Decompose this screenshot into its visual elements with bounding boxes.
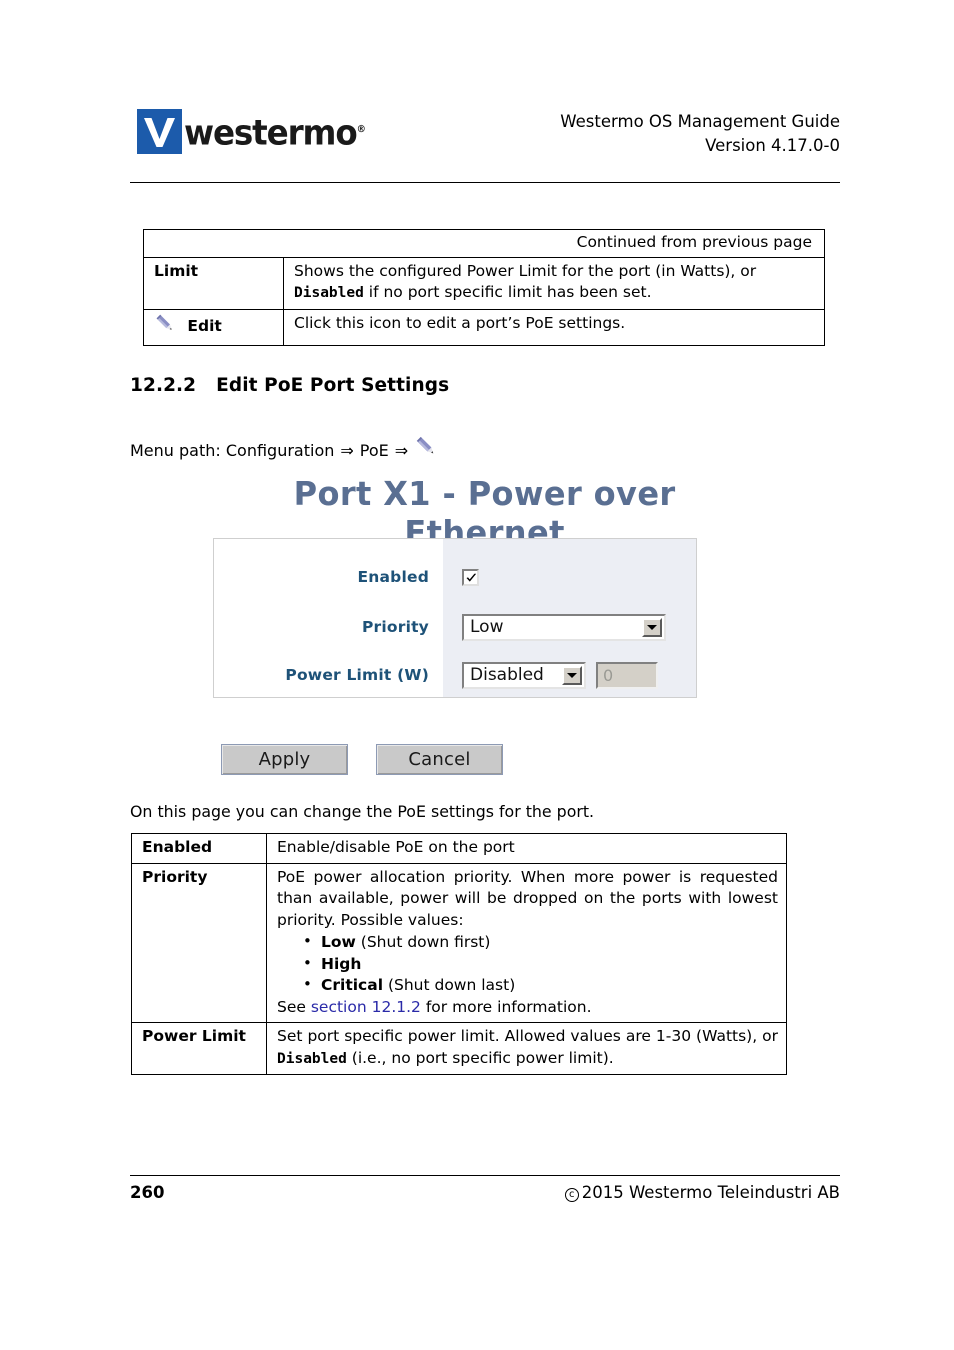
westermo-logo: westermo® — [137, 107, 380, 157]
see-suffix: for more information. — [420, 997, 592, 1016]
page-header: westermo® Westermo OS Management Guide V… — [130, 100, 840, 170]
table-row: Power Limit Set port specific power limi… — [131, 1022, 787, 1075]
row-value-limit: Shows the configured Power Limit for the… — [283, 256, 825, 310]
header-title-block: Westermo OS Management Guide Version 4.1… — [560, 110, 840, 158]
cancel-button[interactable]: Cancel — [376, 744, 503, 775]
bullet-bold-critical: Critical — [321, 976, 384, 994]
bullet-bold-low: Low — [321, 933, 356, 951]
row-key-enabled: Enabled — [131, 833, 267, 864]
list-item: Low (Shut down first) — [303, 931, 778, 954]
row-key-edit-label: Edit — [187, 317, 222, 336]
form-row-power-limit: Power Limit (W) Disabled 0 — [214, 649, 696, 701]
power-limit-select-value: Disabled — [470, 665, 544, 685]
bullet-bold-high: High — [321, 954, 362, 973]
menu-path-arrow-icon: ⇒ — [340, 440, 354, 460]
power-limit-select[interactable]: Disabled — [462, 661, 586, 689]
form-button-row: Apply Cancel — [221, 744, 503, 775]
table-row: Limit Shows the configured Power Limit f… — [143, 256, 825, 310]
bullet-rest-critical: (Shut down last) — [383, 976, 516, 994]
row-key-power-limit: Power Limit — [131, 1022, 267, 1075]
power-limit-text-1: Set port specific power limit. Allowed v… — [277, 1027, 778, 1045]
see-also-line: See section 12.1.2 for more information. — [277, 997, 778, 1019]
header-divider — [130, 182, 840, 183]
section-title: Edit PoE Port Settings — [216, 375, 450, 396]
row-key-priority: Priority — [131, 862, 267, 1023]
form-row-priority: Priority Low — [214, 601, 696, 653]
chevron-down-icon[interactable] — [562, 665, 582, 685]
see-prefix: See — [277, 997, 311, 1016]
menu-path-arrow-icon: ⇒ — [394, 440, 409, 460]
table-row: Enabled Enable/disable PoE on the port — [131, 833, 787, 864]
page-number: 260 — [130, 1183, 165, 1202]
copyright-icon: c — [564, 1188, 579, 1202]
document-page: westermo® Westermo OS Management Guide V… — [0, 0, 954, 1350]
menu-path-item-poe: PoE — [359, 440, 389, 460]
row-key-limit: Limit — [143, 256, 284, 310]
priority-values-list: Low (Shut down first) High Critical (Shu… — [277, 931, 778, 997]
priority-select[interactable]: Low — [462, 613, 666, 641]
section-number: 12.2.2 — [130, 375, 197, 396]
form-row-enabled: Enabled — [214, 551, 696, 603]
table-row: Continued from previous page — [143, 229, 825, 258]
limit-text-1: Shows the configured Power Limit for the… — [294, 261, 757, 280]
row-key-edit: Edit — [143, 308, 284, 346]
list-item: Critical (Shut down last) — [303, 974, 778, 997]
label-power-limit: Power Limit (W) — [285, 666, 429, 684]
section-link[interactable]: section 12.1.2 — [311, 998, 421, 1016]
section-heading: 12.2.2 Edit PoE Port Settings — [130, 375, 449, 396]
registered-trademark-icon: ® — [356, 124, 366, 135]
bullet-rest-low: (Shut down first) — [355, 933, 491, 951]
apply-button[interactable]: Apply — [221, 744, 348, 775]
menu-path-item-configuration: Configuration — [225, 440, 335, 460]
page-footer: 260 c 2015 Westermo Teleindustri AB — [130, 1183, 840, 1207]
row-value-enabled: Enable/disable PoE on the port — [266, 833, 787, 864]
label-enabled: Enabled — [357, 568, 429, 586]
menu-path-prefix: Menu path: — [130, 440, 221, 460]
power-limit-mono-disabled: Disabled — [277, 1050, 347, 1067]
list-item: High — [303, 953, 778, 976]
intro-paragraph: On this page you can change the PoE sett… — [130, 802, 595, 821]
table-row: Edit Click this icon to edit a port’s Po… — [143, 308, 825, 346]
westermo-w-mark-icon — [137, 109, 182, 155]
form-rows: Enabled Priority Low Power Limit (W) Dis… — [214, 539, 696, 697]
enabled-checkbox[interactable] — [462, 568, 479, 586]
pencil-icon — [414, 435, 438, 466]
copyright-notice: c 2015 Westermo Teleindustri AB — [564, 1183, 840, 1202]
power-limit-value-input[interactable]: 0 — [596, 661, 658, 689]
footer-divider — [130, 1175, 840, 1176]
label-priority: Priority — [361, 618, 429, 636]
guide-version: Version 4.17.0-0 — [705, 136, 840, 155]
copyright-text: 2015 Westermo Teleindustri AB — [581, 1183, 840, 1202]
row-value-edit: Click this icon to edit a port’s PoE set… — [283, 308, 825, 346]
poe-settings-panel: Enabled Priority Low Power Limit (W) Dis… — [213, 538, 697, 698]
priority-description: PoE power allocation priority. When more… — [277, 867, 778, 929]
control-power-limit[interactable]: Disabled 0 — [443, 661, 658, 689]
limit-mono-disabled: Disabled — [294, 285, 364, 301]
priority-select-value: Low — [470, 617, 504, 637]
limit-text-2: if no port specific limit has been set. — [363, 283, 652, 301]
row-value-priority: PoE power allocation priority. When more… — [266, 862, 787, 1023]
row-value-power-limit: Set port specific power limit. Allowed v… — [266, 1022, 787, 1075]
westermo-wordmark: westermo® — [184, 107, 366, 157]
continued-table: Continued from previous page Limit Shows… — [143, 229, 825, 346]
field-description-table: Enabled Enable/disable PoE on the port P… — [131, 833, 787, 1075]
continued-note: Continued from previous page — [143, 229, 825, 258]
power-limit-text-2: (i.e., no port specific power limit). — [346, 1048, 614, 1067]
menu-path: Menu path: Configuration ⇒ PoE ⇒ — [130, 435, 438, 466]
chevron-down-icon[interactable] — [642, 617, 662, 637]
westermo-wordmark-text: westermo — [184, 113, 358, 154]
control-priority[interactable]: Low — [443, 613, 666, 641]
table-row: Priority PoE power allocation priority. … — [131, 862, 787, 1023]
control-enabled[interactable] — [443, 568, 479, 586]
guide-title: Westermo OS Management Guide — [560, 112, 840, 131]
pencil-icon — [154, 313, 176, 342]
